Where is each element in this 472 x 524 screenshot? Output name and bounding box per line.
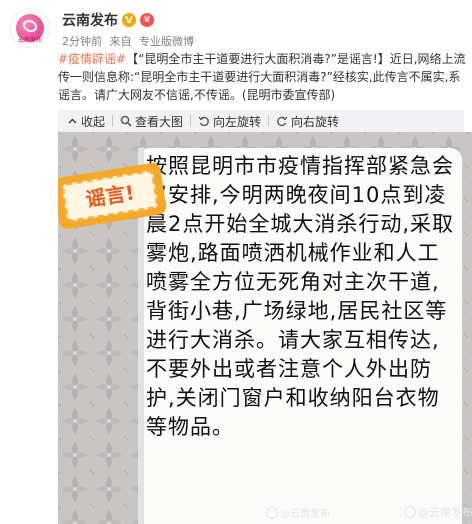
post-meta: 2分钟前 来自 专业版微博 [62, 33, 198, 49]
toolbar-divider [268, 115, 270, 127]
rumor-message-text: 按照昆明市市疫情指挥部紧急会议安排,今明两晚夜间10点到凌晨2点开始全城大消杀行… [146, 154, 455, 439]
toolbar-divider [190, 115, 192, 127]
post-time[interactable]: 2分钟前 [62, 35, 102, 48]
watermark-left: @云南发布 [266, 505, 330, 520]
post-header: 云南发布 云南发布 V ♛ 2分钟前 来自 专业版微博 [6, 4, 466, 48]
watermark-left-text: @云南发布 [280, 509, 330, 520]
collapse-button[interactable]: 收起 [64, 113, 108, 130]
toolbar-divider [112, 115, 114, 127]
image-toolbar: 收起 查看大图 向左旋转 向右旋转 [58, 110, 464, 132]
rotate-right-label: 向右旋转 [291, 114, 340, 129]
rotate-left-label: 向左旋转 [213, 114, 262, 129]
post-content: #疫情辟谣#【“昆明全市主干道要进行大面积消毒?”是谣言!】近日,网络上流传一则… [58, 50, 466, 104]
magnify-icon [120, 115, 132, 127]
member-crown-icon: ♛ [140, 13, 154, 27]
collapse-arrow-icon [68, 117, 77, 124]
collapse-label: 收起 [81, 114, 106, 129]
rotate-left-button[interactable]: 向左旋转 [195, 113, 264, 130]
rotate-right-icon [277, 116, 288, 127]
source-prefix: 来自 [109, 35, 132, 48]
account-name[interactable]: 云南发布 [62, 10, 118, 30]
rotate-right-button[interactable]: 向右旋转 [273, 113, 342, 130]
avatar-logo-text: 云南发布 [17, 37, 42, 44]
weibo-watermark-icon [404, 506, 416, 518]
account-avatar[interactable]: 云南发布 [10, 8, 50, 48]
post-image[interactable]: 按照昆明市市疫情指挥部紧急会议安排,今明两晚夜间10点到凌晨2点开始全城大消杀行… [58, 132, 472, 524]
watermark-right-text: @云南发布 [418, 506, 472, 519]
verified-badge-icon: V [122, 13, 136, 27]
account-name-row: 云南发布 V ♛ [62, 10, 154, 30]
view-large-button[interactable]: 查看大图 [117, 113, 186, 130]
weibo-post: 云南发布 云南发布 V ♛ 2分钟前 来自 专业版微博 #疫情辟谣#【“昆明全市… [0, 0, 472, 524]
watermark-right: @云南发布 [404, 504, 472, 520]
weibo-watermark-icon [266, 506, 278, 519]
view-large-label: 查看大图 [135, 114, 184, 129]
rotate-left-icon [198, 116, 209, 127]
topic-hashtag[interactable]: #疫情辟谣# [58, 52, 126, 66]
post-source[interactable]: 专业版微博 [139, 35, 194, 48]
